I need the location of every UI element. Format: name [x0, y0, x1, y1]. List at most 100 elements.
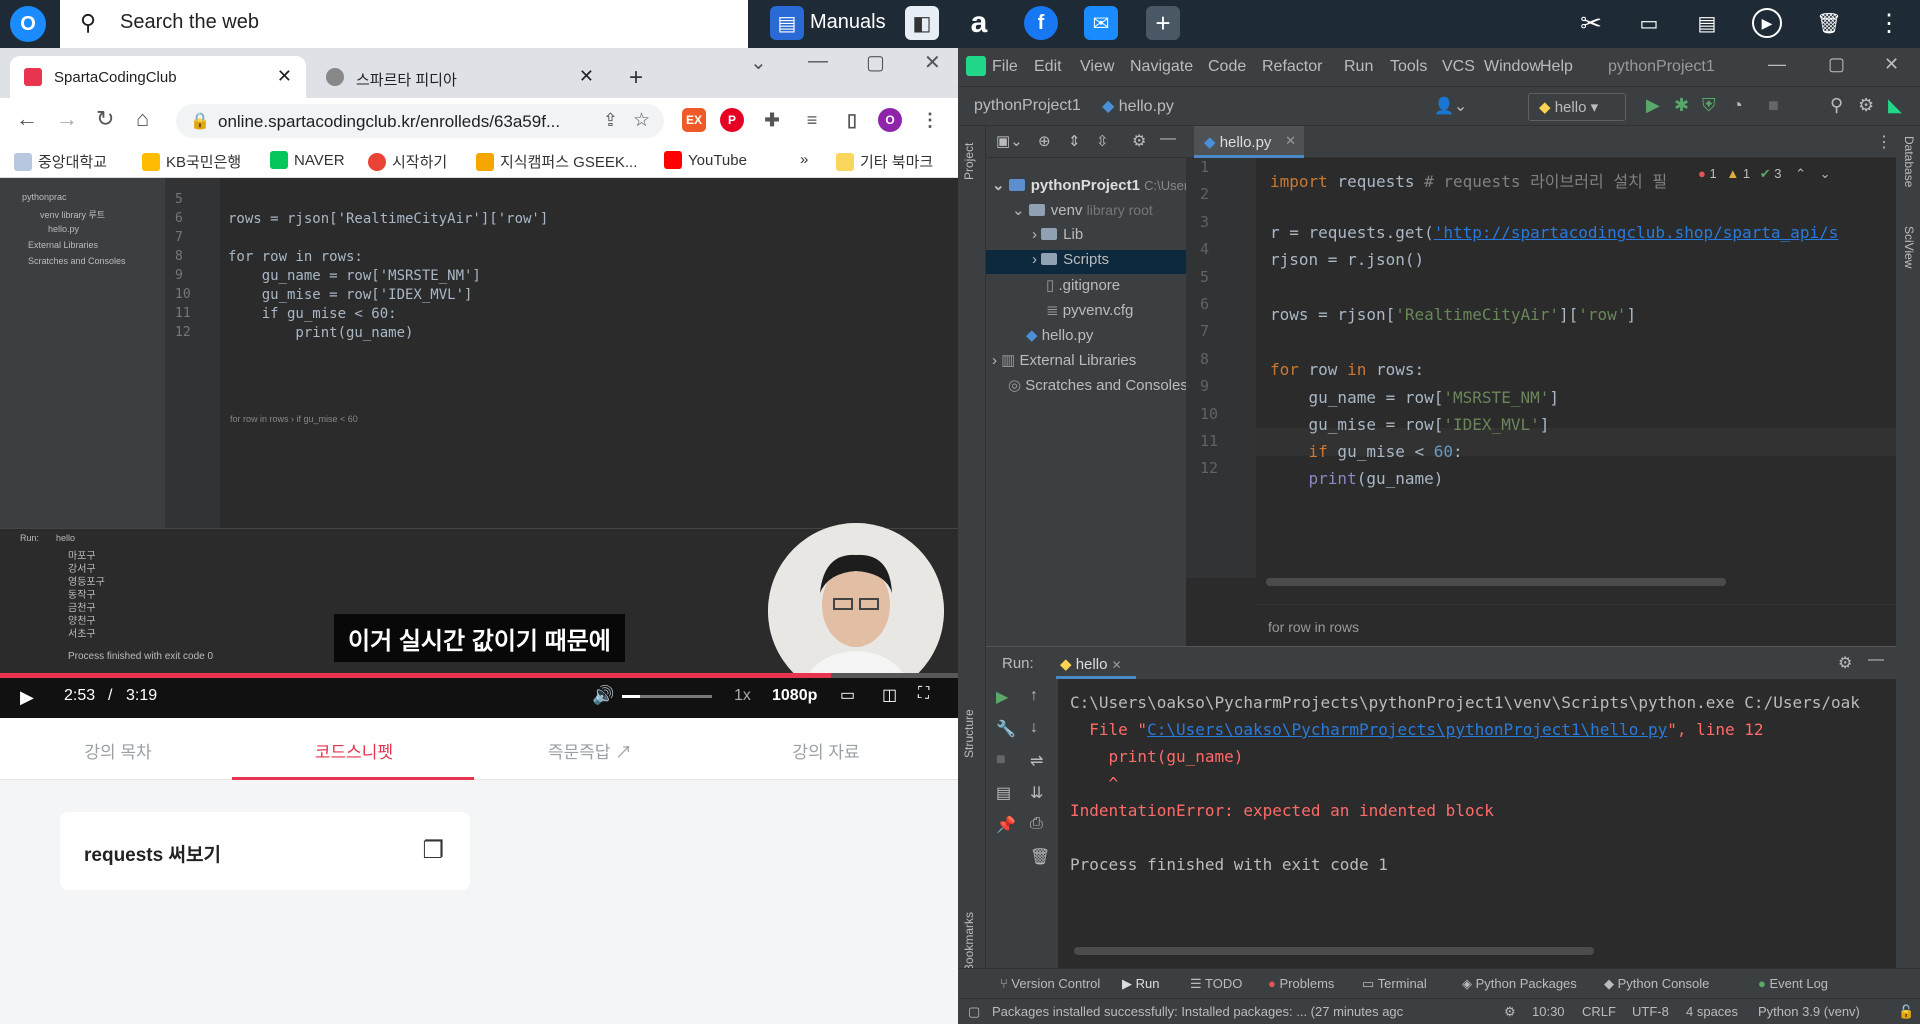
settings-icon[interactable]: ⚙ [1858, 95, 1874, 116]
play-icon[interactable]: ▶ [1752, 8, 1782, 38]
tab-code-snippet[interactable]: 코드스니펫 [236, 738, 472, 763]
tab-lecture-toc[interactable]: 강의 목차 [0, 738, 236, 763]
tree-item-hello[interactable]: ◆ hello.py [1026, 326, 1093, 344]
scroll-up-icon[interactable]: ↑ [1030, 687, 1038, 705]
nav-file[interactable]: ◆ hello.py [1102, 96, 1174, 116]
maximize-icon[interactable]: ▢ [1828, 54, 1845, 75]
expand-all-icon[interactable]: ⇕ [1068, 132, 1081, 150]
tab-spartacodingclub[interactable]: SpartaCodingClub ✕ [10, 56, 306, 98]
nav-project[interactable]: pythonProject1 [974, 97, 1081, 115]
breadcrumb-item[interactable]: for row in rows [1268, 619, 1359, 635]
layout-icon[interactable]: ▤ [996, 783, 1011, 803]
captions-icon[interactable]: ▭ [840, 685, 855, 705]
tree-item-lib[interactable]: › Lib [1032, 226, 1083, 243]
close-icon[interactable]: ✕ [1285, 133, 1296, 149]
run-config-select[interactable]: ◆ hello ▾ [1528, 93, 1626, 121]
quality-button[interactable]: 1080p [772, 687, 817, 705]
url-text[interactable]: online.spartacodingclub.kr/enrolleds/63a… [218, 112, 560, 132]
gear-icon[interactable]: ⚙ [1132, 131, 1146, 151]
bookmark-item[interactable]: 중앙대학교 [14, 151, 107, 172]
status-message[interactable]: Packages installed successfully: Install… [992, 1004, 1403, 1019]
play-button[interactable]: ▶ [20, 687, 34, 708]
close-window-icon[interactable]: ✕ [1884, 54, 1899, 75]
tab-version-control[interactable]: ⑂ Version Control [1000, 976, 1100, 991]
add-shortcut-icon[interactable]: + [1146, 6, 1180, 40]
status-encoding[interactable]: UTF-8 [1632, 1004, 1669, 1019]
soft-wrap-icon[interactable]: ⇌ [1030, 751, 1043, 771]
sidepanel-icon[interactable]: ▯ [840, 108, 864, 132]
tab-terminal[interactable]: ▭ Terminal [1362, 976, 1427, 992]
os-logo-icon[interactable]: O [10, 6, 46, 42]
tab-todo[interactable]: ☰ TODO [1190, 976, 1242, 992]
tree-item-gitignore[interactable]: ▯ .gitignore [1046, 276, 1120, 294]
speed-button[interactable]: 1x [734, 687, 751, 705]
scroll-down-icon[interactable]: ↓ [1030, 719, 1038, 737]
share-icon[interactable]: ⇪ [603, 110, 618, 131]
menu-refactor[interactable]: Refactor [1262, 58, 1322, 76]
tab-problems[interactable]: ● Problems [1268, 976, 1334, 991]
output-scrollbar[interactable] [1074, 947, 1594, 955]
pinterest-icon[interactable]: P [720, 108, 744, 132]
reload-icon[interactable]: ↻ [96, 106, 114, 132]
profile-avatar[interactable]: O [878, 108, 902, 132]
scroll-to-end-icon[interactable]: ⇊ [1030, 783, 1043, 803]
volume-slider[interactable] [622, 695, 712, 698]
back-icon[interactable]: ← [16, 106, 38, 132]
tree-item-pyvenv[interactable]: ≣ pyvenv.cfg [1046, 301, 1133, 319]
gear-icon[interactable]: ⚙ [1838, 653, 1852, 673]
chevron-down-icon[interactable]: ⌄ [750, 50, 767, 75]
copy-icon[interactable]: ❐ [422, 836, 444, 865]
menu-code[interactable]: Code [1208, 58, 1246, 76]
print-icon[interactable]: ⎙ [1030, 815, 1043, 833]
structure-toolwindow[interactable]: Structure [962, 709, 976, 758]
tree-item-external-libraries[interactable]: › ▥ External Libraries [992, 351, 1136, 369]
tree-item-project[interactable]: ⌄ pythonProject1 C:\Users\ [992, 176, 1198, 194]
search-icon[interactable]: ⚲ [1830, 95, 1843, 116]
collapse-all-icon[interactable]: ⇳ [1096, 132, 1109, 150]
video-progress-bar[interactable] [0, 673, 958, 678]
close-window-icon[interactable]: ✕ [924, 50, 941, 75]
chevron-down-icon[interactable]: ⌄ [1820, 166, 1831, 181]
video-player[interactable]: pythonprac venv library 루트 hello.py Exte… [0, 178, 958, 718]
home-icon[interactable]: ⌂ [136, 106, 149, 132]
forward-icon[interactable]: → [56, 106, 78, 132]
new-tab-button[interactable]: + [620, 62, 652, 94]
editor-more-icon[interactable]: ⋮ [1876, 132, 1892, 152]
ex-extension-icon[interactable]: EX [682, 108, 706, 132]
menu-edit[interactable]: Edit [1034, 58, 1062, 76]
web-search-box[interactable]: ⚲ Search the web [60, 0, 748, 48]
hide-panel-icon[interactable]: — [1160, 130, 1176, 148]
manuals-icon[interactable]: ▤ [770, 6, 804, 40]
bookmark-item[interactable]: NAVER [270, 151, 345, 169]
more-icon[interactable]: ⋮ [1872, 6, 1906, 40]
menu-help[interactable]: Help [1540, 58, 1573, 76]
close-icon[interactable]: ✕ [1112, 658, 1122, 672]
other-bookmarks[interactable]: 기타 북마크 [836, 151, 933, 172]
tab-event-log[interactable]: ● Event Log [1758, 976, 1828, 991]
status-indent[interactable]: 4 spaces [1686, 1004, 1738, 1019]
run-tab-hello[interactable]: ◆ hello ✕ [1056, 647, 1136, 679]
fullscreen-icon[interactable]: ⛶ [918, 685, 929, 703]
tree-item-scripts[interactable]: › Scripts [1032, 251, 1109, 268]
volume-icon[interactable]: 🔊 [592, 685, 614, 706]
status-toggle-icon[interactable]: ▢ [968, 1004, 980, 1020]
media-icon[interactable]: ≡ [800, 108, 824, 132]
star-icon[interactable]: ☆ [633, 109, 650, 132]
close-icon[interactable]: ✕ [579, 66, 594, 87]
tree-item-scratches[interactable]: ◎ Scratches and Consoles [1008, 376, 1188, 394]
output-file-link[interactable]: C:\Users\oakso\PycharmProjects\pythonPro… [1147, 720, 1667, 739]
editor-scrollbar[interactable] [1266, 578, 1726, 586]
project-toolwindow[interactable]: Project [962, 143, 976, 180]
bookmarks-overflow[interactable]: » [800, 151, 808, 168]
user-icon[interactable]: 👤⌄ [1434, 96, 1467, 116]
database-toolwindow[interactable]: Database [1902, 136, 1916, 187]
locate-icon[interactable]: ⊕ [1038, 132, 1051, 150]
lock-icon[interactable]: 🔓 [1898, 1004, 1914, 1020]
status-interpreter[interactable]: Python 3.9 (venv) [1758, 1004, 1860, 1019]
profile-run-icon[interactable]: ◔ [1732, 95, 1743, 116]
bookmarks-toolwindow[interactable]: Bookmarks [962, 912, 976, 972]
snippet-card[interactable]: requests 써보기 ❐ [60, 812, 470, 890]
rerun-icon[interactable]: ▶ [996, 687, 1008, 707]
tab-sparta-pedia[interactable]: 스파르타 피디아 ✕ [312, 56, 608, 98]
menu-run[interactable]: Run [1344, 58, 1373, 76]
